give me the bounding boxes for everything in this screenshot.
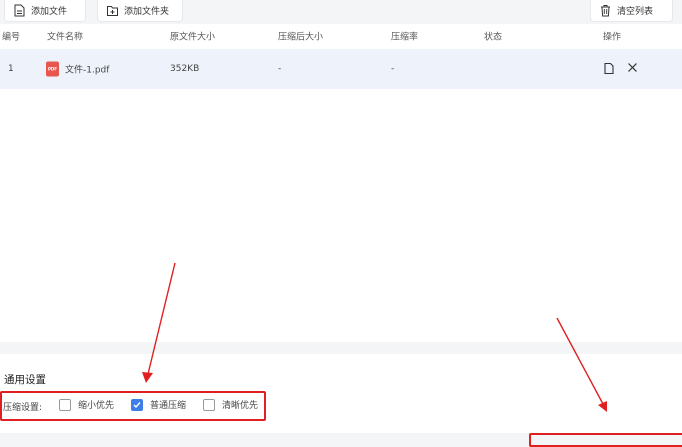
pdf-icon-label: PDF [48, 66, 57, 72]
header-index: 编号 [2, 32, 21, 43]
folder-add-icon [107, 6, 118, 16]
clear-list-label: 清空列表 [617, 7, 654, 17]
pdf-file-icon: PDF [46, 61, 59, 77]
row-index: 1 [8, 64, 14, 74]
toolbar: 添加文件 添加文件夹 清空列表 [0, 0, 682, 24]
header-compressed-size: 压缩后大小 [278, 32, 324, 43]
file-icon[interactable] [603, 62, 615, 75]
table-header: 编号 文件名称 原文件大小 压缩后大小 压缩率 状态 操作 [0, 24, 682, 48]
header-status: 状态 [484, 32, 503, 43]
section-divider [0, 342, 682, 354]
file-add-icon [14, 4, 25, 17]
trash-icon [601, 5, 610, 17]
row-ratio: - [391, 64, 395, 74]
settings-title: 通用设置 [4, 374, 46, 386]
header-name: 文件名称 [47, 32, 84, 43]
file-table: 编号 文件名称 原文件大小 压缩后大小 压缩率 状态 操作 1 PDF 文件-1… [0, 24, 682, 342]
header-original-size: 原文件大小 [170, 32, 216, 43]
header-actions: 操作 [603, 32, 622, 43]
row-compressed-size: - [278, 64, 282, 74]
header-ratio: 压缩率 [391, 32, 419, 43]
row-file-name: 文件-1.pdf [65, 65, 110, 76]
add-file-button[interactable]: 添加文件 [4, 0, 86, 22]
row-original-size: 352KB [170, 64, 200, 74]
close-icon[interactable] [627, 62, 638, 73]
highlight-box-settings [0, 391, 266, 421]
add-folder-label: 添加文件夹 [124, 7, 170, 17]
table-row[interactable]: 1 PDF 文件-1.pdf 352KB - - [0, 49, 682, 89]
add-folder-button[interactable]: 添加文件夹 [97, 0, 183, 22]
clear-list-button[interactable]: 清空列表 [590, 0, 673, 22]
highlight-box-start [529, 433, 682, 447]
add-file-label: 添加文件 [31, 7, 68, 17]
